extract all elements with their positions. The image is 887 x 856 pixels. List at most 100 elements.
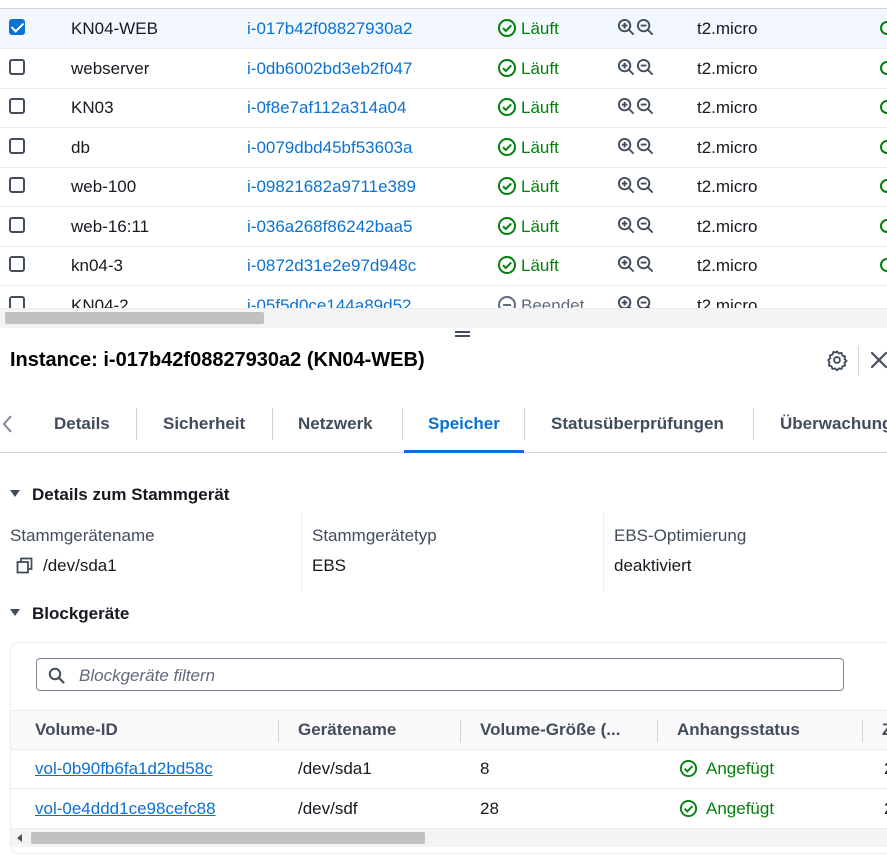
instance-type: t2.micro (697, 256, 758, 275)
zoom-in-icon[interactable] (617, 58, 636, 77)
zoom-in-icon[interactable] (617, 176, 636, 195)
scrollbar-thumb[interactable] (5, 312, 264, 324)
copy-icon[interactable] (16, 557, 33, 574)
zoom-out-icon[interactable] (636, 137, 655, 156)
tab-details[interactable]: Details (54, 396, 110, 452)
volume-size: 28 (480, 799, 499, 818)
instance-row[interactable]: KN04-WEB i-017b42f08827930a2 Läuft t2.micro (0, 9, 887, 49)
instance-type: t2.micro (697, 177, 758, 196)
zoom-out-icon[interactable] (636, 18, 655, 37)
instance-row[interactable]: webserver i-0db6002bd3eb2f047 Läuft t2.micr… (0, 49, 887, 89)
zoom-out-icon[interactable] (636, 216, 655, 235)
tab-speicher[interactable]: Speicher (404, 396, 524, 453)
instance-row[interactable]: web-16:11 i-036a268f86242baa5 Läuft t2.micr… (0, 207, 887, 247)
scroll-left-arrow-icon[interactable] (17, 834, 22, 842)
instance-detail-title: Instance: i-017b42f08827930a2 (KN04-WEB) (10, 349, 425, 371)
zoom-controls (617, 255, 655, 275)
column-header-volume-id[interactable]: Volume-ID (35, 711, 118, 749)
attachment-status: Angefügt (679, 749, 774, 788)
row-checkbox[interactable] (9, 137, 25, 154)
row-checkbox[interactable] (9, 58, 25, 75)
status-check-icon (880, 179, 887, 193)
tab-sicherheit[interactable]: Sicherheit (163, 396, 245, 452)
zoom-out-icon[interactable] (636, 295, 655, 310)
column-header-volume-size[interactable]: Volume-Größe (... (480, 711, 620, 749)
instance-row[interactable]: KN04-2 i-05f5d0ce144a89d52 Beendet t2.micro (0, 286, 887, 310)
instance-id-link[interactable]: i-036a268f86242baa5 (247, 207, 412, 246)
check-circle-icon (679, 759, 698, 778)
instance-row[interactable]: web-100 i-09821682a9711e389 Läuft t2.micro (0, 167, 887, 207)
status-text: Angefügt (706, 759, 775, 778)
column-header-device-name[interactable]: Gerätename (298, 711, 396, 749)
device-name: /dev/sda1 (298, 759, 372, 778)
instance-name: web-100 (71, 177, 137, 196)
field-value: /dev/sda1 (43, 556, 117, 575)
row-checkbox[interactable] (9, 177, 25, 193)
instances-horizontal-scrollbar[interactable] (0, 308, 887, 328)
instance-state: Läuft (497, 9, 559, 48)
column-header-attachment-status[interactable]: Anhangsstatus (677, 711, 800, 749)
instance-id-link[interactable]: i-09821682a9711e389 (247, 167, 416, 206)
instance-id-link[interactable]: i-0f8e7af112a314a04 (247, 88, 406, 127)
zoom-out-icon[interactable] (636, 97, 655, 116)
volume-id-link[interactable]: vol-0e4ddd1ce98cefc88 (35, 789, 216, 828)
device-name: /dev/sdf (298, 799, 358, 818)
instance-row[interactable]: db i-0079dbd45bf53603a Läuft t2.micro (0, 128, 887, 168)
gear-icon[interactable] (826, 349, 848, 371)
instance-name: KN03 (71, 98, 114, 117)
column-divider (301, 512, 302, 590)
instance-id-link[interactable]: i-0db6002bd3eb2f047 (247, 49, 412, 88)
search-input[interactable] (77, 659, 781, 692)
instance-id-link[interactable]: i-05f5d0ce144a89d52 (247, 286, 411, 310)
row-checkbox[interactable] (9, 19, 25, 35)
table-header: Volume-ID Gerätename Volume-Größe (... A… (11, 710, 887, 750)
instance-state-text: Läuft (521, 137, 559, 157)
instance-state: Läuft (497, 207, 559, 246)
column-resizer[interactable] (657, 720, 658, 742)
zoom-in-icon[interactable] (617, 137, 636, 156)
row-checkbox[interactable] (9, 295, 25, 309)
instance-id-link[interactable]: i-0079dbd45bf53603a (247, 128, 412, 167)
zoom-in-icon[interactable] (617, 255, 636, 274)
column-resizer[interactable] (460, 720, 461, 742)
zoom-in-icon[interactable] (617, 216, 636, 235)
status-text: Angefügt (706, 799, 775, 818)
field-value: EBS (312, 556, 347, 575)
zoom-in-icon[interactable] (617, 97, 636, 116)
scrollbar-thumb[interactable] (31, 832, 425, 844)
block-devices-horizontal-scrollbar[interactable] (11, 829, 887, 847)
instance-row[interactable]: kn04-3 i-0872d31e2e97d948c Läuft t2.micro (0, 246, 887, 286)
column-resizer[interactable] (862, 720, 863, 742)
instance-id-link[interactable]: i-0872d31e2e97d948c (247, 246, 416, 285)
root-device-section-toggle[interactable]: Details zum Stammgerät (10, 485, 229, 505)
table-row: vol-0e4ddd1ce98cefc88 /dev/sdf 28 Angefü… (11, 789, 887, 829)
row-checkbox[interactable] (9, 98, 25, 114)
ebs-optimization: EBS-Optimierung deaktiviert (614, 526, 746, 576)
instance-type: t2.micro (697, 58, 758, 78)
row-checkbox[interactable] (9, 216, 25, 233)
zoom-in-icon[interactable] (617, 295, 636, 310)
zoom-in-icon[interactable] (617, 18, 636, 37)
tab-ueberwachung[interactable]: Überwachung (780, 396, 887, 452)
block-devices-section-toggle[interactable]: Blockgeräte (10, 604, 129, 624)
zoom-out-icon[interactable] (636, 255, 655, 274)
row-checkbox[interactable] (9, 256, 25, 272)
instance-name: webserver (71, 58, 150, 78)
close-icon[interactable] (869, 350, 887, 370)
drag-handle-icon[interactable] (455, 331, 470, 337)
column-header-truncated[interactable]: Z (882, 711, 887, 749)
instance-row[interactable]: KN03 i-0f8e7af112a314a04 Läuft t2.micro (0, 88, 887, 128)
tab-statusueberpruefungen[interactable]: Statusüberprüfungen (551, 396, 724, 452)
chevron-left-icon[interactable] (0, 412, 18, 436)
block-devices-filter[interactable] (36, 658, 844, 692)
block-devices-table: Volume-ID Gerätename Volume-Größe (... A… (10, 642, 887, 854)
column-resizer[interactable] (278, 720, 279, 742)
instance-state: Läuft (497, 128, 559, 167)
instance-id-link[interactable]: i-017b42f08827930a2 (247, 9, 412, 48)
zoom-out-icon[interactable] (636, 176, 655, 195)
volume-id-link[interactable]: vol-0b90fb6fa1d2bd58c (35, 749, 213, 788)
split-pane-resize-handle[interactable] (0, 327, 887, 341)
zoom-controls (617, 18, 655, 38)
tab-netzwerk[interactable]: Netzwerk (298, 396, 373, 452)
zoom-out-icon[interactable] (636, 58, 655, 77)
